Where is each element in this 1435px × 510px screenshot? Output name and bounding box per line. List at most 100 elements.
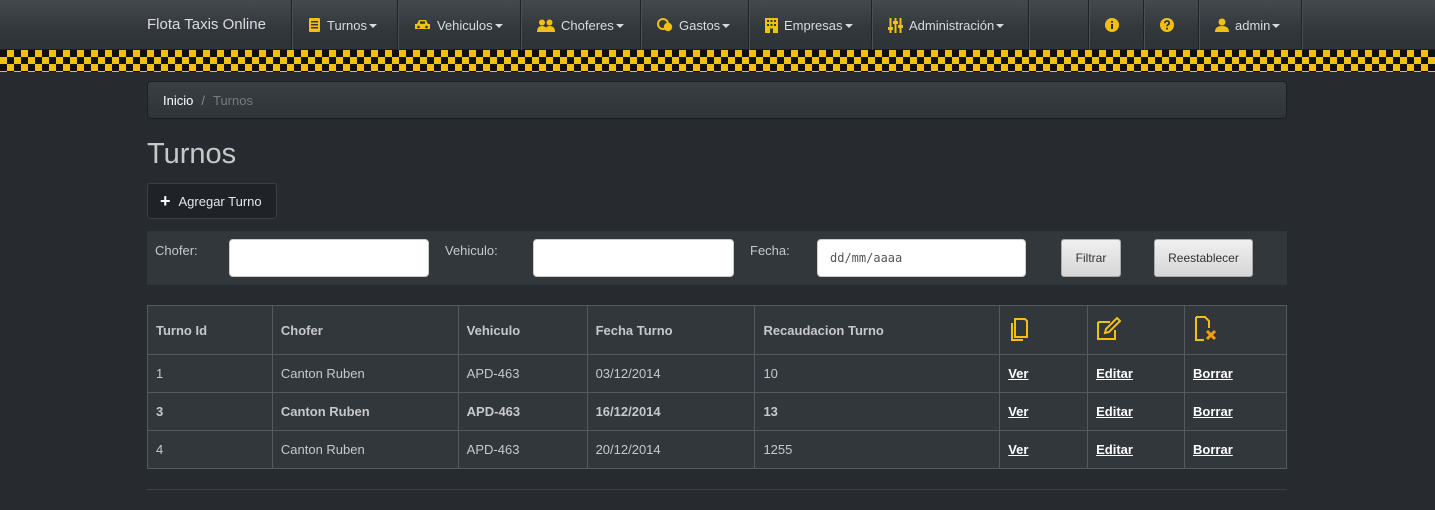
plus-icon: +: [160, 191, 171, 211]
vehiculo-label: Vehiculo:: [445, 243, 498, 258]
turnos-table: Turno Id Chofer Vehiculo Fecha Turno Rec…: [147, 305, 1287, 469]
chofer-input[interactable]: [229, 239, 429, 277]
header-fecha-turno: Fecha Turno: [586, 305, 756, 355]
menu-vehiculos[interactable]: Vehiculos: [414, 0, 503, 50]
menu-gastos-label: Gastos: [679, 17, 721, 33]
cell-view: Ver: [999, 430, 1089, 469]
coins-icon: [657, 18, 673, 32]
table-row: 4 Canton Ruben APD-463 20/12/2014 1255 V…: [147, 430, 1287, 469]
cell-edit: Editar: [1087, 392, 1186, 431]
taxi-checker-stripe: [0, 50, 1435, 72]
chevron-down-icon: [368, 24, 377, 28]
header-vehiculo: Vehiculo: [457, 305, 588, 355]
delete-link[interactable]: Borrar: [1193, 442, 1233, 457]
menu-turnos[interactable]: Turnos: [308, 0, 377, 50]
nav-divider: [1143, 0, 1144, 50]
user-icon: [1215, 18, 1229, 32]
edit-link[interactable]: Editar: [1096, 404, 1133, 419]
breadcrumb-current: Turnos: [212, 92, 253, 108]
view-link[interactable]: Ver: [1008, 442, 1028, 457]
nav-divider: [1301, 0, 1302, 50]
user-menu-label: admin: [1235, 17, 1271, 33]
breadcrumb: Inicio / Turnos: [147, 81, 1287, 119]
header-recaudacion: Recaudacion Turno: [754, 305, 1001, 355]
nav-divider: [520, 0, 521, 50]
cell-delete: Borrar: [1184, 392, 1287, 431]
menu-vehiculos-label: Vehiculos: [437, 17, 493, 33]
menu-empresas[interactable]: Empresas: [765, 0, 853, 50]
chevron-down-icon: [844, 24, 853, 28]
info-icon: [1105, 18, 1119, 32]
cell-edit: Editar: [1087, 430, 1186, 469]
add-turno-button[interactable]: + Agregar Turno: [147, 183, 277, 219]
add-turno-label: Agregar Turno: [178, 193, 262, 209]
header-chofer: Chofer: [271, 305, 459, 355]
menu-administracion-label: Administración: [909, 17, 995, 33]
vehiculo-input[interactable]: [533, 239, 734, 277]
cell-fecha: 20/12/2014: [586, 430, 756, 469]
view-link[interactable]: Ver: [1008, 404, 1028, 419]
chevron-down-icon: [494, 24, 503, 28]
cell-chofer: Canton Ruben: [271, 392, 459, 431]
nav-divider: [1028, 0, 1029, 50]
edit-icon: [1096, 316, 1122, 344]
cell-view: Ver: [999, 392, 1089, 431]
cell-turno-id: 3: [147, 392, 273, 431]
menu-turnos-label: Turnos: [327, 17, 367, 33]
cell-recaudacion: 1255: [754, 430, 1001, 469]
header-view: [999, 305, 1089, 355]
chevron-down-icon: [722, 24, 731, 28]
page-title: Turnos: [147, 138, 237, 170]
chofer-label: Chofer:: [155, 243, 198, 258]
filter-panel: Chofer: Vehiculo: Fecha: dd/mm/aaaa Filt…: [147, 231, 1287, 285]
cell-turno-id: 1: [147, 354, 273, 393]
table-header-row: Turno Id Chofer Vehiculo Fecha Turno Rec…: [147, 305, 1287, 355]
breadcrumb-home[interactable]: Inicio: [163, 93, 193, 108]
cell-vehiculo: APD-463: [457, 392, 588, 431]
menu-gastos[interactable]: Gastos: [657, 0, 731, 50]
table-row: 3 Canton Ruben APD-463 16/12/2014 13 Ver…: [147, 392, 1287, 431]
building-icon: [765, 17, 778, 33]
cell-turno-id: 4: [147, 430, 273, 469]
chevron-down-icon: [615, 24, 624, 28]
delete-link[interactable]: Borrar: [1193, 366, 1233, 381]
cell-vehiculo: APD-463: [457, 430, 588, 469]
header-turno-id: Turno Id: [147, 305, 273, 355]
cell-delete: Borrar: [1184, 354, 1287, 393]
menu-choferes[interactable]: Choferes: [537, 0, 624, 50]
nav-divider: [871, 0, 872, 50]
cell-view: Ver: [999, 354, 1089, 393]
cell-edit: Editar: [1087, 354, 1186, 393]
info-button[interactable]: [1105, 0, 1119, 50]
nav-divider: [291, 0, 292, 50]
filtrar-button[interactable]: Filtrar: [1061, 239, 1121, 277]
chevron-down-icon: [996, 24, 1005, 28]
cell-chofer: Canton Ruben: [271, 430, 459, 469]
menu-administracion[interactable]: Administración: [888, 0, 1005, 50]
help-button[interactable]: [1160, 0, 1174, 50]
delete-file-icon: [1193, 315, 1219, 345]
user-menu[interactable]: admin: [1215, 0, 1281, 50]
delete-link[interactable]: Borrar: [1193, 404, 1233, 419]
edit-link[interactable]: Editar: [1096, 442, 1133, 457]
top-navbar: Flota Taxis Online Turnos Vehiculos Chof…: [0, 0, 1435, 50]
chevron-down-icon: [1272, 24, 1281, 28]
cell-fecha: 16/12/2014: [586, 392, 756, 431]
reestablecer-button[interactable]: Reestablecer: [1154, 239, 1253, 277]
cell-recaudacion: 13: [754, 392, 1001, 431]
fecha-input[interactable]: dd/mm/aaaa: [817, 239, 1026, 277]
book-icon: [308, 18, 321, 32]
footer-divider: [147, 489, 1287, 490]
nav-divider: [397, 0, 398, 50]
car-icon: [414, 19, 431, 31]
view-link[interactable]: Ver: [1008, 366, 1028, 381]
table-row: 1 Canton Ruben APD-463 03/12/2014 10 Ver…: [147, 354, 1287, 393]
nav-divider: [1088, 0, 1089, 50]
cell-recaudacion: 10: [754, 354, 1001, 393]
question-icon: [1160, 18, 1174, 32]
cell-fecha: 03/12/2014: [586, 354, 756, 393]
edit-link[interactable]: Editar: [1096, 366, 1133, 381]
brand-title[interactable]: Flota Taxis Online: [147, 0, 266, 50]
cell-delete: Borrar: [1184, 430, 1287, 469]
breadcrumb-separator: /: [201, 92, 205, 108]
